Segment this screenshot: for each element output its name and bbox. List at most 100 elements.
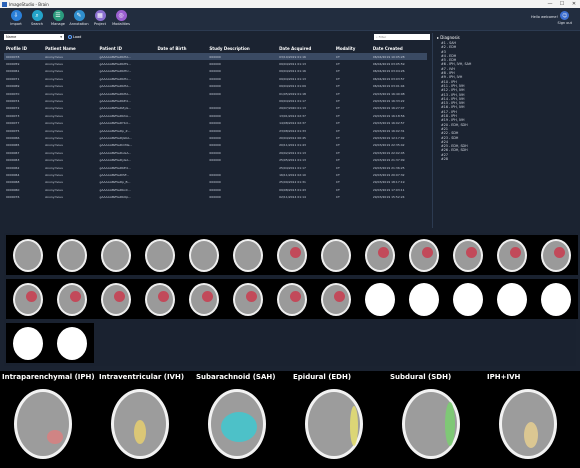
table-cell: Anonymous [45, 76, 63, 81]
ct-slice-thumbnail[interactable] [182, 279, 226, 319]
table-row[interactable]: 0000061 Anonymous gAAAAABZ5eDbHU... 000000 0… [4, 68, 427, 75]
ct-slice-thumbnail[interactable] [6, 279, 50, 319]
column-header[interactable]: Profile ID [4, 43, 43, 53]
field-select[interactable]: Name ▾ [4, 34, 64, 40]
table-row[interactable]: 0000075 Anonymous gAAAAABZ5eDp_Z... 000000 2… [4, 127, 427, 134]
table-row[interactable]: 0000069 Anonymous gAAAAABZ5eDbHA... 000000 0… [4, 83, 427, 90]
ct-slice-thumbnail[interactable] [94, 235, 138, 275]
filter-input[interactable]: ⌕ Filter [374, 34, 430, 40]
user-area[interactable]: Hello welcome! ☺ Sign out [531, 11, 572, 25]
table-row[interactable]: 0000064 Anonymous gAAAAABZ5eDlSF... 000000 1… [4, 171, 427, 178]
table-cell: gAAAAABZ5eDbHA... [97, 53, 156, 61]
ct-slice-thumbnail[interactable] [226, 279, 270, 319]
ct-slice-thumbnail[interactable] [358, 279, 402, 319]
ct-slice-thumbnail[interactable] [270, 235, 314, 275]
hemorrhage-overlay [554, 246, 565, 258]
table-row[interactable]: 0000068 Anonymous gAAAAABZ5eDp_B... 000000 2… [4, 179, 427, 186]
minimize-button[interactable]: — [544, 1, 556, 7]
hemorrhage-overlay [510, 246, 521, 258]
ct-slice-thumbnail[interactable] [182, 235, 226, 275]
column-header[interactable]: Modality [334, 43, 371, 53]
table-cell: 0000072 [6, 106, 20, 111]
ct-slice-thumbnail[interactable] [50, 279, 94, 319]
table-row[interactable]: 0000076 Anonymous gAAAAABZ5eDbOp... 000000 0… [4, 193, 427, 200]
table-cell: 03/10/2019 01:16 [277, 53, 334, 61]
ct-slice-thumbnail[interactable] [138, 235, 182, 275]
table-cell: gAAAAABZ5eDjGKA... [99, 135, 133, 140]
table-cell [155, 164, 207, 171]
table-row[interactable]: 0000074 Anonymous gAAAAABZ5eDbE4... 09/04/2… [4, 97, 427, 104]
tool-annotation-button[interactable]: ✎ Annotation [69, 10, 89, 26]
table-row[interactable]: 0000078 Anonymous gAAAAABZ5eDbHA... 000000 0… [4, 53, 427, 61]
tool-project-button[interactable]: ▦ Project [90, 10, 110, 26]
table-cell: 02/11/2014 01:14 [279, 195, 306, 200]
column-header[interactable]: Date of Birth [155, 43, 207, 53]
table-cell: 000000 [209, 150, 221, 155]
tool-import-button[interactable]: ⇩ Import [6, 10, 26, 26]
table-row[interactable]: 0000063 Anonymous gAAAAABZ5eDyGA... 000000 2… [4, 156, 427, 163]
ct-slice-thumbnail[interactable] [490, 279, 534, 319]
table-cell: 29/03/2019 21:37:09 [372, 158, 405, 163]
table-row[interactable]: 0000062 Anonymous gAAAAABZ5eDbE4... 25/04/2… [4, 164, 427, 171]
table-row[interactable]: 0000072 Anonymous gAAAAABZ5eDZyG... 000000 2… [4, 105, 427, 112]
diagnosis-item[interactable]: #28 [437, 157, 576, 161]
table-cell: 000000 [209, 121, 221, 126]
diagnosis-list: #1 - SAH #2 - EDH #3 #4 - EDH #5 - EDH #6 - I… [437, 41, 576, 161]
table-row[interactable]: 0000066 Anonymous gAAAAABZ5eDjGKA... 000000… [4, 134, 427, 141]
user-avatar-icon[interactable]: ☺ [560, 11, 570, 20]
table-cell: Anonymous [45, 165, 63, 170]
ct-slice-thumbnail[interactable] [50, 235, 94, 275]
table-cell: Anonymous [45, 128, 63, 133]
signout-button[interactable]: Sign out [558, 21, 572, 25]
ct-slice-thumbnail[interactable] [94, 279, 138, 319]
table-cell: gAAAAABZ5eDbOp... [99, 195, 132, 200]
table-row[interactable]: 0000077 Anonymous gAAAAABZ5eDYbd... 000000 1… [4, 120, 427, 127]
column-header[interactable]: Patient Name [43, 43, 97, 53]
ct-slice-thumbnail[interactable] [314, 235, 358, 275]
table-row[interactable]: 0000070 Anonymous gAAAAABZ5eDbHA... 000000 0… [4, 90, 427, 97]
ct-slice-thumbnail[interactable] [6, 323, 50, 363]
tool-manage-button[interactable]: ☰ Manage [48, 10, 68, 26]
ct-slice-thumbnail[interactable] [534, 235, 578, 275]
close-button[interactable]: ✕ [568, 1, 580, 7]
table-row[interactable]: 0000071 Anonymous gAAAAABZ5eDbHo... 000000 0… [4, 75, 427, 82]
table-cell [155, 83, 207, 90]
table-cell: 0000076 [6, 195, 20, 200]
table-row[interactable]: 0000065 Anonymous gAAAAABZ5eDmMe... 000000 2… [4, 142, 427, 149]
column-header[interactable]: Patient ID [97, 43, 155, 53]
column-header[interactable]: Study Description [207, 43, 277, 53]
table-row[interactable]: 0000060 Anonymous gAAAAABZ5eDbxC... 000000 0… [4, 186, 427, 193]
ct-slice-thumbnail[interactable] [270, 279, 314, 319]
maximize-button[interactable]: ☐ [556, 1, 568, 7]
ct-slice-thumbnail[interactable] [314, 279, 358, 319]
table-row[interactable]: 0000067 Anonymous gAAAAABZ5eDuGA... 000000 2… [4, 149, 427, 156]
table-row[interactable]: 0000059 Anonymous gAAAAABZ5eDbHS... 000000 0… [4, 60, 427, 67]
table-cell: Anonymous [43, 53, 98, 61]
ct-slice-thumbnail[interactable] [50, 323, 94, 363]
ct-slice-thumbnail[interactable] [226, 235, 270, 275]
load-button[interactable]: Load [68, 35, 81, 39]
ct-slice-thumbnail[interactable] [402, 279, 446, 319]
ct-slice-thumbnail[interactable] [402, 235, 446, 275]
table-cell: gAAAAABZ5eDlSF... [99, 172, 129, 177]
table-row[interactable]: 0000073 Anonymous gAAAAABZ5eDbhA... 000000 1… [4, 112, 427, 119]
ct-slice-thumbnail[interactable] [6, 235, 50, 275]
tool-modalities-button[interactable]: ◎ Modalities [111, 10, 131, 26]
column-header[interactable]: Date Created [371, 43, 427, 53]
ct-slice-thumbnail[interactable] [358, 235, 402, 275]
ct-slice-thumbnail[interactable] [534, 279, 578, 319]
ct-slice-thumbnail[interactable] [446, 235, 490, 275]
tool-search-button[interactable]: ⌕ Search [27, 10, 47, 26]
table-cell: 14/08/2012 02:37 [279, 121, 306, 126]
ct-slice-thumbnail[interactable] [490, 235, 534, 275]
brain-scan-image [497, 282, 527, 316]
diagnosis-header[interactable]: ▸ Diagnosis [437, 33, 576, 41]
column-header[interactable]: Date Acquired [277, 43, 334, 53]
ct-slice-thumbnail[interactable] [446, 279, 490, 319]
table-cell: 13/01/2012 02:37 [279, 113, 306, 118]
brain-scan-image [277, 282, 307, 316]
brain-scan-image [101, 282, 131, 316]
hemorrhage-overlay [202, 290, 213, 302]
ct-slice-thumbnail[interactable] [138, 279, 182, 319]
table-cell: CT [335, 84, 340, 89]
